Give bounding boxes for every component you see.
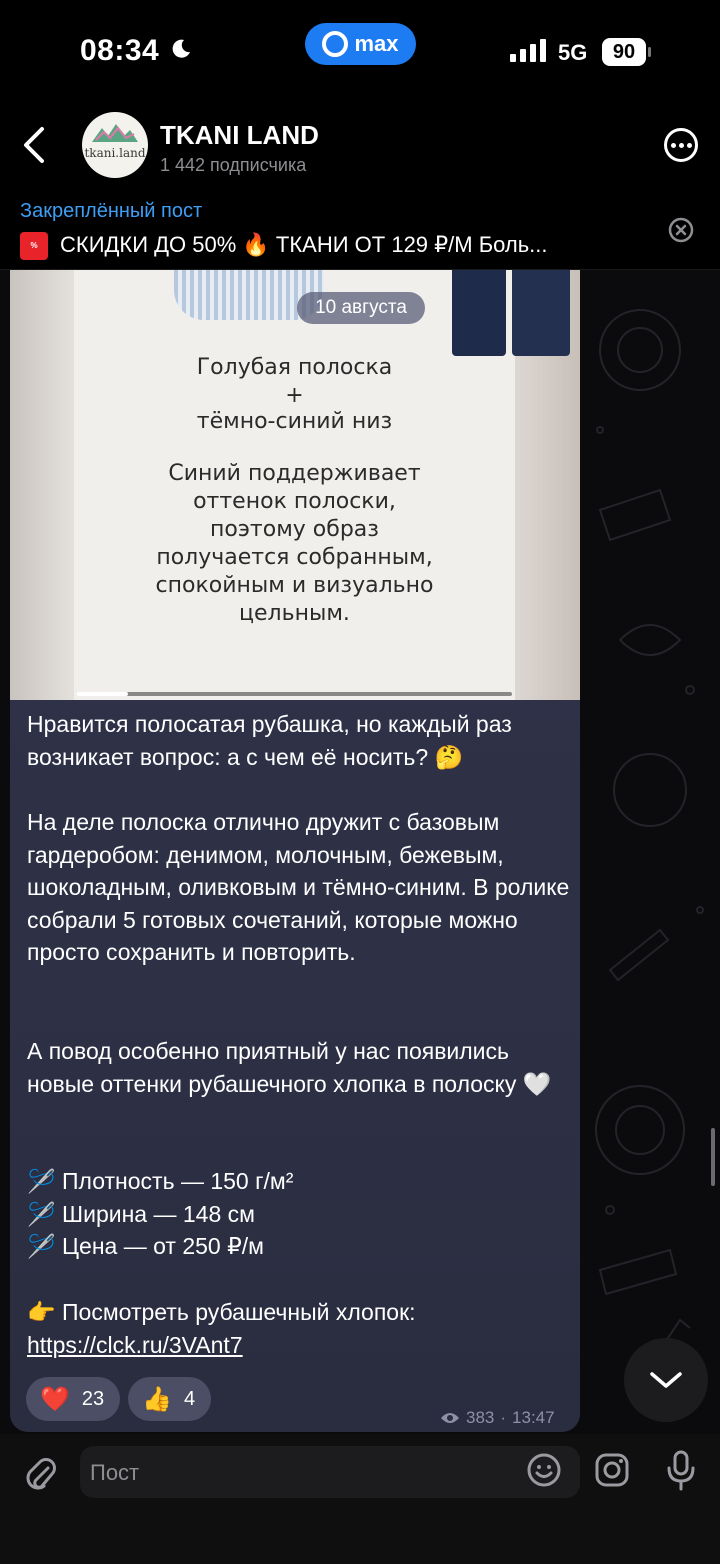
channel-name[interactable]: TKANI LAND — [160, 120, 319, 151]
heart-emoji: ❤️ — [40, 1385, 70, 1413]
spec-width: 🪡 Ширина — 148 см — [27, 1201, 255, 1227]
battery-level: 90 — [602, 38, 646, 66]
video-progress-bar[interactable] — [76, 692, 512, 696]
status-bar: 08:34 max 5G 90 — [0, 0, 720, 100]
close-pinned-icon[interactable] — [668, 217, 694, 243]
back-arrow-icon[interactable] — [20, 125, 48, 165]
post-video[interactable]: 10 августа Голубая полоска + тёмно-синий… — [10, 270, 580, 700]
video-progress-fill — [76, 692, 129, 696]
pinned-title: Закреплённый пост — [20, 200, 203, 222]
video-caption-line: + — [285, 383, 304, 408]
video-caption-line: Синий поддерживает — [168, 461, 421, 486]
scrollbar[interactable] — [711, 1128, 715, 1186]
video-caption-line: получается собранным, — [156, 545, 433, 570]
navy-trousers-image — [452, 270, 570, 356]
thumbs-up-emoji: 👍 — [142, 1385, 173, 1413]
video-caption-line: оттенок полоски, — [193, 489, 396, 514]
reaction-count: 4 — [184, 1387, 196, 1410]
video-caption-line: тёмно-синий низ — [196, 409, 393, 434]
post-input[interactable] — [80, 1446, 580, 1498]
camera-icon[interactable] — [594, 1452, 630, 1488]
chevron-down-icon — [650, 1372, 682, 1388]
meta-separator: · — [500, 1408, 507, 1427]
max-app-label: max — [354, 31, 399, 56]
video-caption-line: поэтому образ — [210, 517, 379, 542]
video-blur-left — [10, 270, 74, 700]
channel-header: tkani.land TKANI LAND 1 442 подписчика — [0, 100, 720, 190]
post-paragraph: А повод особенно приятный у нас появилис… — [27, 1038, 552, 1097]
status-time: 08:34 — [80, 34, 160, 67]
video-caption-line: спокойным и визуально — [155, 573, 434, 598]
battery-tip — [648, 47, 651, 57]
reaction-thumbs-up[interactable]: 👍 4 — [128, 1377, 212, 1421]
post-time: 13:47 — [512, 1408, 555, 1427]
post-paragraph: На деле полоска отлично дружит с базовым… — [27, 809, 570, 965]
cellular-signal-icon — [510, 39, 546, 62]
max-app-pill[interactable]: max — [305, 23, 416, 65]
avatar-logo-text: tkani.land — [84, 146, 146, 160]
spec-price: 🪡 Цена — от 250 ₽/м — [27, 1233, 264, 1259]
reactions-row: ❤️ 23 👍 4 — [26, 1377, 212, 1421]
view-count: 383 — [466, 1408, 495, 1427]
chat-bubble-icon — [322, 31, 349, 57]
reaction-heart[interactable]: ❤️ 23 — [26, 1377, 121, 1421]
pinned-thumbnail: % — [20, 232, 48, 260]
battery-indicator: 90 — [602, 38, 651, 66]
composer-bar: Пост — [0, 1434, 720, 1564]
emoji-icon[interactable] — [526, 1452, 562, 1488]
post-meta: 383 · 13:47 — [440, 1408, 555, 1428]
microphone-icon[interactable] — [664, 1450, 698, 1492]
pinned-preview-text: СКИДКИ ДО 50% 🔥 ТКАНИ ОТ 129 ₽/М Боль... — [60, 232, 548, 257]
views-eye-icon — [441, 1413, 459, 1423]
paperclip-icon[interactable] — [24, 1454, 56, 1494]
subscriber-count: 1 442 подписчика — [160, 155, 307, 175]
more-options-icon[interactable] — [664, 128, 698, 162]
post-paragraph: Нравится полосатая рубашка, но каждый ра… — [27, 711, 512, 770]
channel-avatar[interactable]: tkani.land — [82, 112, 148, 178]
post-cta: 👉 Посмотреть рубашечный хлопок: https://… — [27, 1296, 572, 1361]
pinned-message-bar[interactable]: Закреплённый пост % СКИДКИ ДО 50% 🔥 ТКАН… — [0, 190, 720, 270]
channel-post: 10 августа Голубая полоска + тёмно-синий… — [10, 270, 580, 1432]
input-placeholder: Пост — [90, 1460, 140, 1485]
moon-icon — [172, 39, 190, 58]
network-type: 5G — [558, 40, 588, 65]
spec-density: 🪡 Плотность — 150 г/м² — [27, 1168, 294, 1194]
reaction-count: 23 — [81, 1387, 105, 1410]
video-caption-line: цельным. — [239, 601, 350, 626]
scroll-to-bottom-button[interactable] — [624, 1338, 708, 1422]
product-link[interactable]: https://clck.ru/3VAnt7 — [27, 1332, 243, 1358]
video-caption-line: Голубая полоска — [196, 355, 393, 380]
cta-text: 👉 Посмотреть рубашечный хлопок: — [27, 1299, 416, 1325]
date-separator: 10 августа — [297, 292, 425, 324]
